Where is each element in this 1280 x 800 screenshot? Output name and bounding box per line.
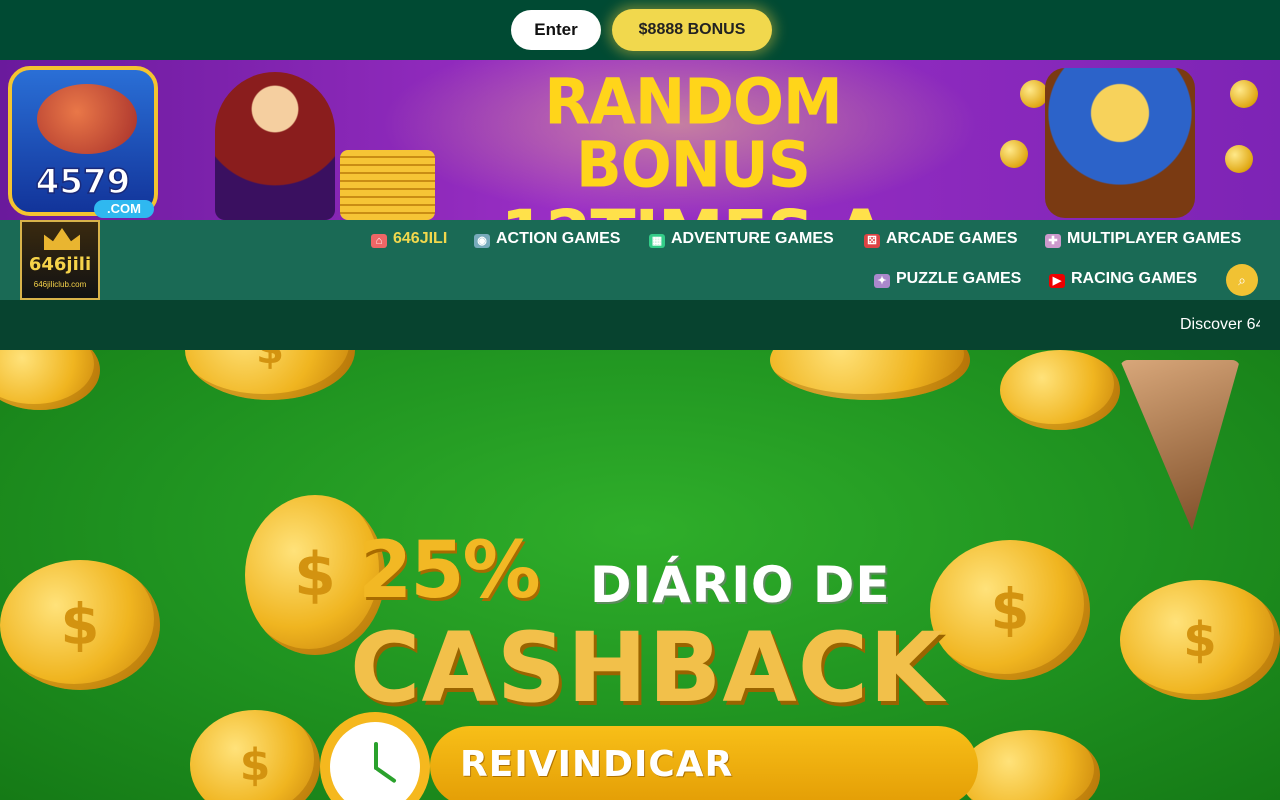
house-icon: ⌂ xyxy=(371,234,387,248)
claim-label: REIVINDICAR xyxy=(460,744,734,785)
brand-badge-logo: 4579 .COM xyxy=(8,66,158,218)
dice-icon: ⚄ xyxy=(864,234,880,248)
ticker-text: Discover 64 xyxy=(1180,316,1260,333)
banner-headline: RANDOM BONUS 12TIMES A DAY xyxy=(458,65,928,221)
nav-item-label: PUZZLE GAMES xyxy=(896,270,1022,287)
coin-icon xyxy=(1000,350,1120,430)
main-nav: 646jili 646jiliclub.com ⌂ 646JILI ◉ ACTION… xyxy=(0,220,1280,300)
nav-item-label: RACING GAMES xyxy=(1071,270,1198,287)
top-bar: Enter $8888 BONUS xyxy=(0,0,1280,60)
search-button[interactable]: ⌕ xyxy=(1226,264,1258,296)
coin-icon xyxy=(960,730,1100,800)
coin-icon xyxy=(770,350,970,400)
nav-item-puzzle-games[interactable]: ✦ PUZZLE GAMES xyxy=(874,269,1021,289)
coin-stack-illustration xyxy=(340,150,435,220)
nav-item-multiplayer-games[interactable]: ✚ MULTIPLAYER GAMES xyxy=(1045,229,1241,249)
coin-icon: $ xyxy=(930,540,1090,680)
nav-item-label: MULTIPLAYER GAMES xyxy=(1067,230,1242,247)
nav-item-label: ADVENTURE GAMES xyxy=(671,230,834,247)
nav-item-label: ACTION GAMES xyxy=(496,230,621,247)
coin-icon: $ xyxy=(1120,580,1280,700)
treasure-hero-illustration xyxy=(1045,68,1195,218)
youtube-icon: ▶ xyxy=(1049,274,1065,288)
nav-item-label: 646JILI xyxy=(393,230,448,247)
cashback-percent: 25% xyxy=(358,526,541,616)
headline-line2: 12TIMES A DAY xyxy=(458,202,928,221)
coin-icon xyxy=(1020,80,1048,108)
coin-icon xyxy=(1000,140,1028,168)
brand-domain: .COM xyxy=(94,200,154,218)
mascot-illustration xyxy=(37,84,137,154)
nav-item-racing-games[interactable]: ▶ RACING GAMES xyxy=(1049,269,1197,289)
cashback-line1: DIÁRIO DE xyxy=(590,556,891,614)
coin-icon xyxy=(1225,145,1253,173)
nav-item-adventure-games[interactable]: ▦ ADVENTURE GAMES xyxy=(649,229,834,249)
search-icon: ⌕ xyxy=(1238,272,1246,288)
coin-icon xyxy=(0,350,100,410)
nav-item-646jili[interactable]: ⌂ 646JILI xyxy=(371,229,447,249)
nav-item-arcade-games[interactable]: ⚄ ARCADE GAMES xyxy=(864,229,1018,249)
coin-icon: $ xyxy=(190,710,320,800)
coin-icon xyxy=(1230,80,1258,108)
site-logo-domain: 646jiliclub.com xyxy=(33,280,87,289)
enter-button[interactable]: Enter xyxy=(511,10,601,50)
map-icon: ▦ xyxy=(649,234,665,248)
coin-icon: $ xyxy=(185,350,355,400)
cashback-hero-banner[interactable]: $ $ $ $ $ $ 25% DIÁRIO DE CASHBACK REIVI… xyxy=(0,350,1280,800)
promo-banner[interactable]: 4579 .COM RANDOM BONUS 12TIMES A DAY xyxy=(0,60,1280,220)
clock-icon xyxy=(320,712,430,800)
nav-item-label: ARCADE GAMES xyxy=(886,230,1018,247)
site-logo[interactable]: 646jili 646jiliclub.com xyxy=(20,220,100,300)
brand-number: 4579 xyxy=(35,161,131,203)
puzzle-icon: ✦ xyxy=(874,274,890,288)
king-illustration xyxy=(215,72,335,220)
crown-icon xyxy=(44,228,80,250)
nav-item-action-games[interactable]: ◉ ACTION GAMES xyxy=(474,229,620,249)
coin-icon: $ xyxy=(0,560,160,690)
controller-icon: ◉ xyxy=(474,234,490,248)
site-logo-title: 646jili xyxy=(28,254,92,275)
gamepad-icon: ✚ xyxy=(1045,234,1061,248)
cashback-line2: CASHBACK xyxy=(350,612,945,724)
claim-button[interactable]: REIVINDICAR xyxy=(430,726,978,800)
bonus-button[interactable]: $8888 BONUS xyxy=(612,9,772,51)
marquee-ticker: Discover 64 xyxy=(0,300,1280,350)
headline-line1: RANDOM BONUS xyxy=(544,65,842,203)
horn-illustration xyxy=(1120,360,1240,530)
